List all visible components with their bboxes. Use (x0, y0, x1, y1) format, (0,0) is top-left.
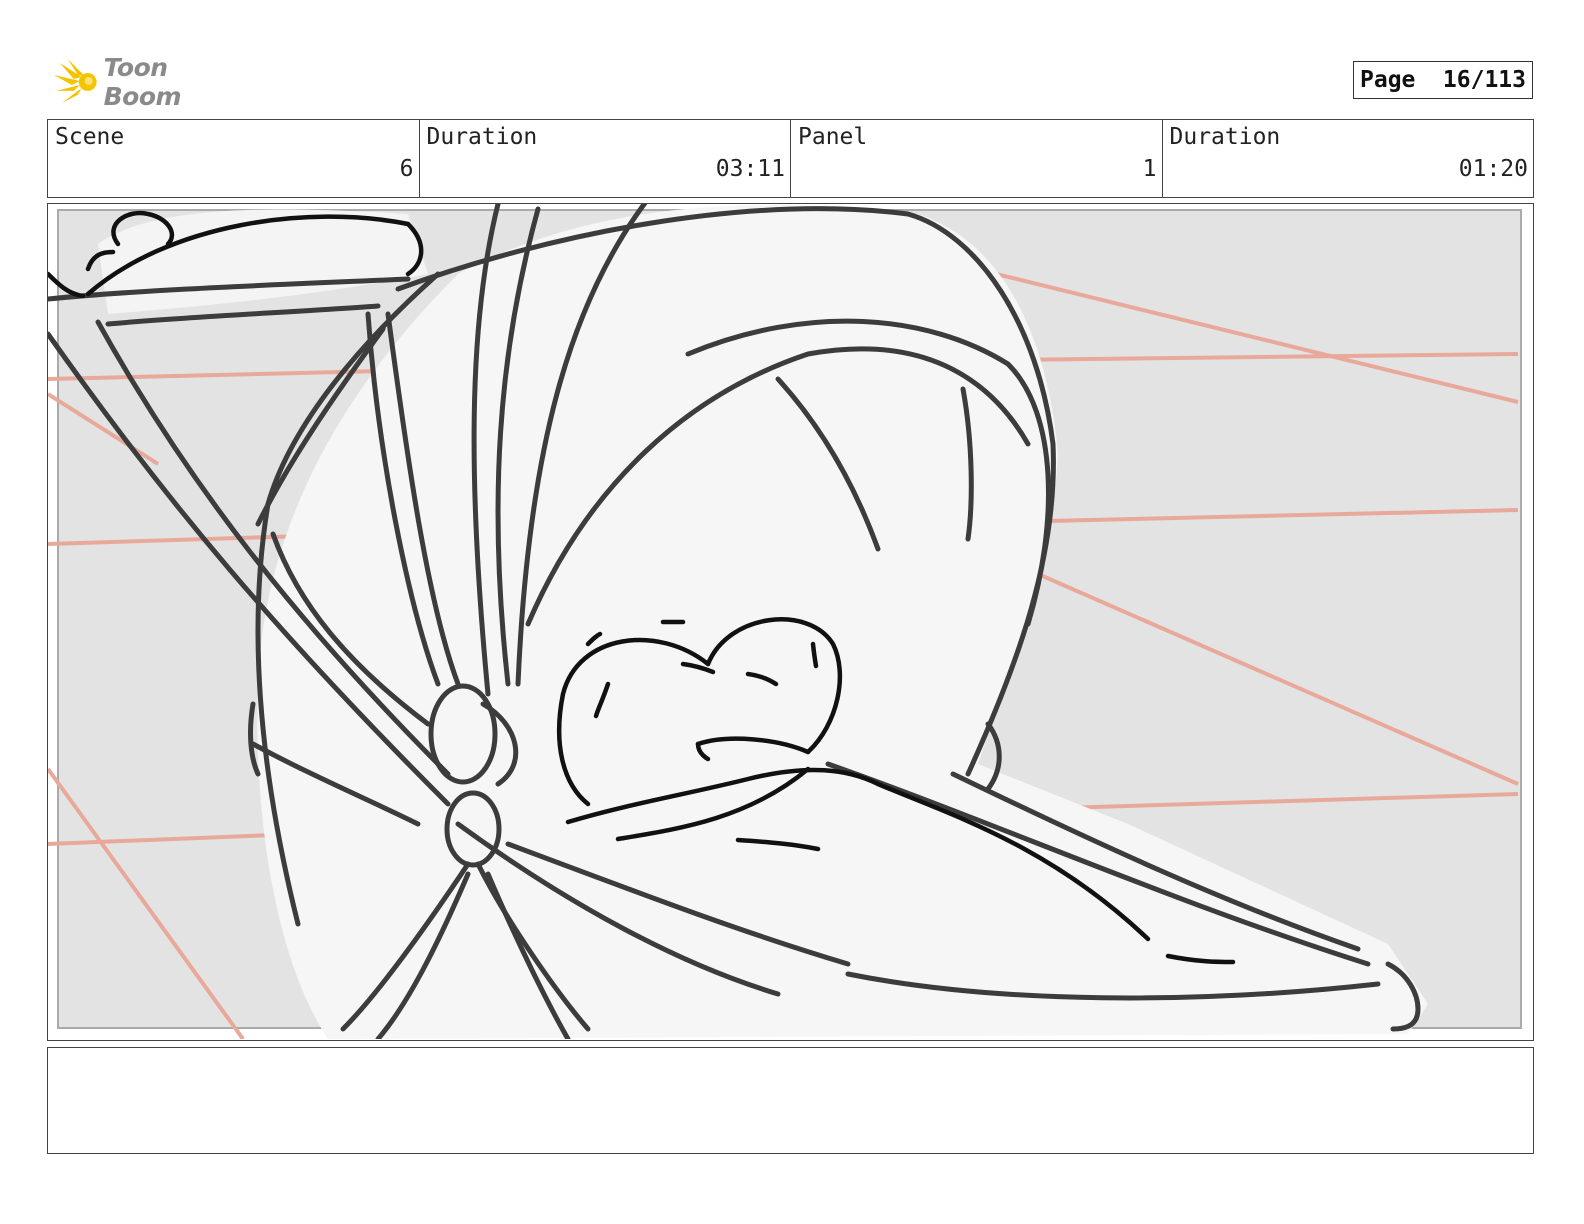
scene-cell: Scene 6 (48, 120, 420, 197)
stroller-sketch-drawing (48, 204, 1532, 1039)
panel-duration-cell: Duration 01:20 (1163, 120, 1534, 197)
panel-notes-box (47, 1047, 1534, 1154)
starburst-logo-icon (53, 59, 97, 103)
storyboard-panel-image (47, 203, 1534, 1041)
scene-duration-value: 03:11 (715, 156, 785, 182)
panel-cell: Panel 1 (791, 120, 1163, 197)
toon-boom-logo: Toon Boom (52, 53, 252, 111)
logo-text: Toon Boom (103, 53, 182, 111)
panel-duration-label: Duration (1169, 124, 1281, 150)
scene-duration-cell: Duration 03:11 (420, 120, 791, 197)
panel-value: 1 (1142, 156, 1157, 182)
panel-info-table: Scene 6 Duration 03:11 Panel 1 Duration … (47, 119, 1534, 198)
page-number: 16/113 (1442, 67, 1526, 93)
panel-duration-value: 01:20 (1458, 156, 1528, 182)
page-label: Page (1360, 67, 1416, 93)
scene-duration-label: Duration (426, 124, 538, 150)
scene-value: 6 (399, 156, 414, 182)
scene-label: Scene (55, 124, 125, 150)
panel-label: Panel (798, 124, 868, 150)
page-indicator: Page 16/113 (1353, 61, 1533, 99)
